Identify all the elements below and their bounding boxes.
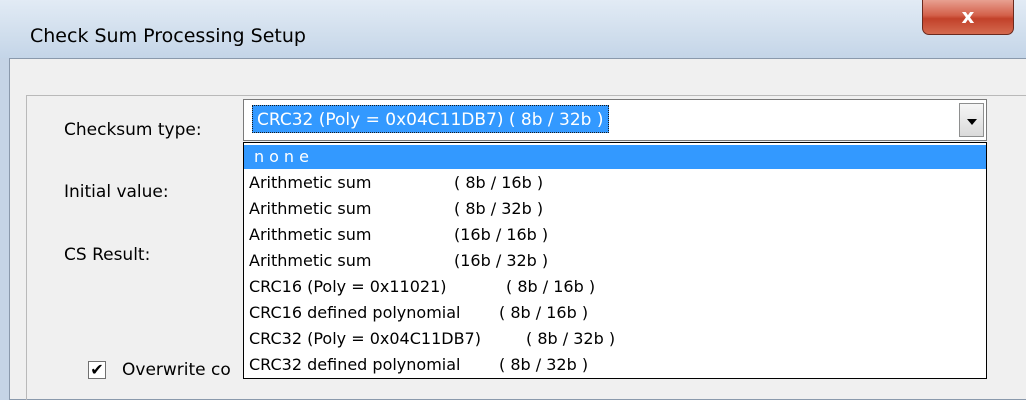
option-bits: ( 8b / 16b )	[454, 173, 544, 192]
option-name: CRC32 (Poly = 0x04C11DB7)	[249, 329, 481, 348]
dropdown-option[interactable]: CRC32 defined polynomial ( 8b / 32b )	[244, 353, 986, 377]
option-bits: ( 8b / 32b )	[499, 355, 589, 374]
option-bits: ( 8b / 32b )	[454, 199, 544, 218]
option-name: none	[254, 147, 314, 166]
dropdown-option[interactable]: Arithmetic sum (16b / 32b )	[244, 249, 986, 273]
dropdown-option[interactable]: Arithmetic sum (16b / 16b )	[244, 223, 986, 247]
option-name: Arithmetic sum	[249, 199, 372, 218]
dropdown-option[interactable]: Arithmetic sum ( 8b / 32b )	[244, 197, 986, 221]
overwrite-checkbox[interactable]: ✔	[88, 361, 106, 379]
dialog-window: Check Sum Processing Setup x Checksum ty…	[0, 0, 1026, 400]
dropdown-option[interactable]: CRC16 defined polynomial ( 8b / 16b )	[244, 301, 986, 325]
close-button[interactable]: x	[922, 0, 1014, 35]
option-name: Arithmetic sum	[249, 251, 372, 270]
title-bar[interactable]: Check Sum Processing Setup x	[0, 0, 1026, 58]
dropdown-option[interactable]: none	[244, 145, 986, 169]
dropdown-option[interactable]: CRC16 (Poly = 0x11021) ( 8b / 16b )	[244, 275, 986, 299]
overwrite-label: Overwrite co	[122, 360, 231, 380]
option-bits: ( 8b / 16b )	[506, 277, 596, 296]
option-name: Arithmetic sum	[249, 173, 372, 192]
checksum-type-label: Checksum type:	[64, 120, 202, 140]
dropdown-option[interactable]: Arithmetic sum ( 8b / 16b )	[244, 171, 986, 195]
window-title: Check Sum Processing Setup	[30, 25, 306, 47]
checksum-type-dropdown-list: none Arithmetic sum ( 8b / 16b ) Arithme…	[243, 142, 987, 379]
option-bits: (16b / 16b )	[454, 225, 549, 244]
option-bits: ( 8b / 16b )	[499, 303, 589, 322]
option-name: Arithmetic sum	[249, 225, 372, 244]
option-name: CRC16 defined polynomial	[249, 303, 461, 322]
checksum-type-combobox[interactable]: CRC32 (Poly = 0x04C11DB7) ( 8b / 32b )	[243, 99, 987, 141]
initial-value-label: Initial value:	[64, 182, 169, 202]
option-name: CRC32 defined polynomial	[249, 355, 461, 374]
combobox-selected-value: CRC32 (Poly = 0x04C11DB7) ( 8b / 32b )	[252, 105, 609, 133]
option-bits: ( 8b / 32b )	[526, 329, 616, 348]
option-name: CRC16 (Poly = 0x11021)	[249, 277, 447, 296]
dropdown-option[interactable]: CRC32 (Poly = 0x04C11DB7) ( 8b / 32b )	[244, 327, 986, 351]
cs-result-label: CS Result:	[64, 245, 151, 265]
chevron-down-icon[interactable]	[959, 103, 984, 137]
option-bits: (16b / 32b )	[454, 251, 549, 270]
